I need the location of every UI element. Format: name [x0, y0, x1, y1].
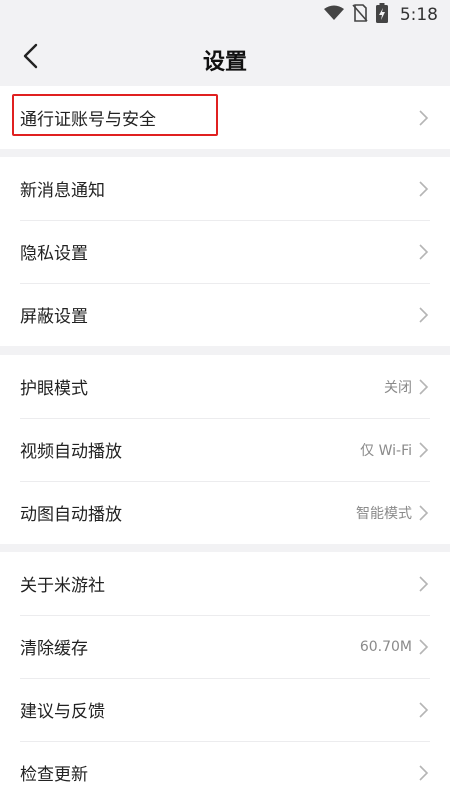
chevron-right-icon — [416, 180, 430, 198]
chevron-right-icon — [416, 504, 430, 522]
chevron-right-icon — [416, 701, 430, 719]
settings-item-gif-autoplay[interactable]: 动图自动播放 智能模式 — [0, 481, 450, 544]
settings-item-label: 关于米游社 — [20, 576, 105, 596]
settings-item-label: 视频自动播放 — [20, 442, 122, 462]
chevron-right-icon — [416, 638, 430, 656]
settings-group-notifications: 新消息通知 隐私设置 屏蔽设置 — [0, 157, 450, 346]
settings-item-notifications[interactable]: 新消息通知 — [0, 157, 450, 220]
header: 设置 — [0, 30, 450, 86]
chevron-right-icon — [416, 575, 430, 593]
settings-item-label: 通行证账号与安全 — [20, 110, 156, 130]
no-sim-icon — [352, 4, 368, 26]
settings-item-label: 隐私设置 — [20, 244, 88, 264]
settings-item-label: 新消息通知 — [20, 181, 105, 201]
battery-charging-icon — [375, 3, 388, 27]
settings-item-about[interactable]: 关于米游社 — [0, 552, 450, 615]
chevron-right-icon — [416, 378, 430, 396]
settings-item-account-security[interactable]: 通行证账号与安全 — [0, 86, 450, 149]
chevron-right-icon — [416, 109, 430, 127]
chevron-right-icon — [416, 243, 430, 261]
settings-item-check-update[interactable]: 检查更新 — [0, 741, 450, 804]
settings-item-label: 屏蔽设置 — [20, 307, 88, 327]
settings-item-label: 动图自动播放 — [20, 505, 122, 525]
wifi-icon — [323, 5, 344, 25]
settings-item-label: 检查更新 — [20, 765, 88, 785]
settings-item-label: 建议与反馈 — [20, 702, 105, 722]
settings-item-privacy[interactable]: 隐私设置 — [0, 220, 450, 283]
status-time: 5:18 — [399, 5, 438, 25]
page-title: 设置 — [202, 50, 247, 75]
settings-group-account: 通行证账号与安全 — [0, 86, 450, 149]
settings-item-value: 智能模式 — [356, 505, 412, 522]
settings-item-label: 清除缓存 — [20, 639, 88, 659]
settings-item-value: 60.70M — [359, 638, 412, 655]
settings-item-value: 关闭 — [384, 379, 412, 396]
settings-item-feedback[interactable]: 建议与反馈 — [0, 678, 450, 741]
settings-item-eye-care[interactable]: 护眼模式 关闭 — [0, 355, 450, 418]
settings-item-clear-cache[interactable]: 清除缓存 60.70M — [0, 615, 450, 678]
chevron-right-icon — [416, 764, 430, 782]
settings-item-blocking[interactable]: 屏蔽设置 — [0, 283, 450, 346]
settings-item-label: 护眼模式 — [20, 379, 88, 399]
settings-item-video-autoplay[interactable]: 视频自动播放 仅 Wi-Fi — [0, 418, 450, 481]
chevron-right-icon — [416, 306, 430, 324]
chevron-right-icon — [416, 441, 430, 459]
settings-group-display: 护眼模式 关闭 视频自动播放 仅 Wi-Fi 动图自动播放 智能模式 — [0, 355, 450, 544]
settings-group-about: 关于米游社 清除缓存 60.70M 建议与反馈 检查更新 — [0, 552, 450, 804]
status-bar: 5:18 — [0, 0, 450, 30]
settings-item-value: 仅 Wi-Fi — [360, 442, 412, 459]
